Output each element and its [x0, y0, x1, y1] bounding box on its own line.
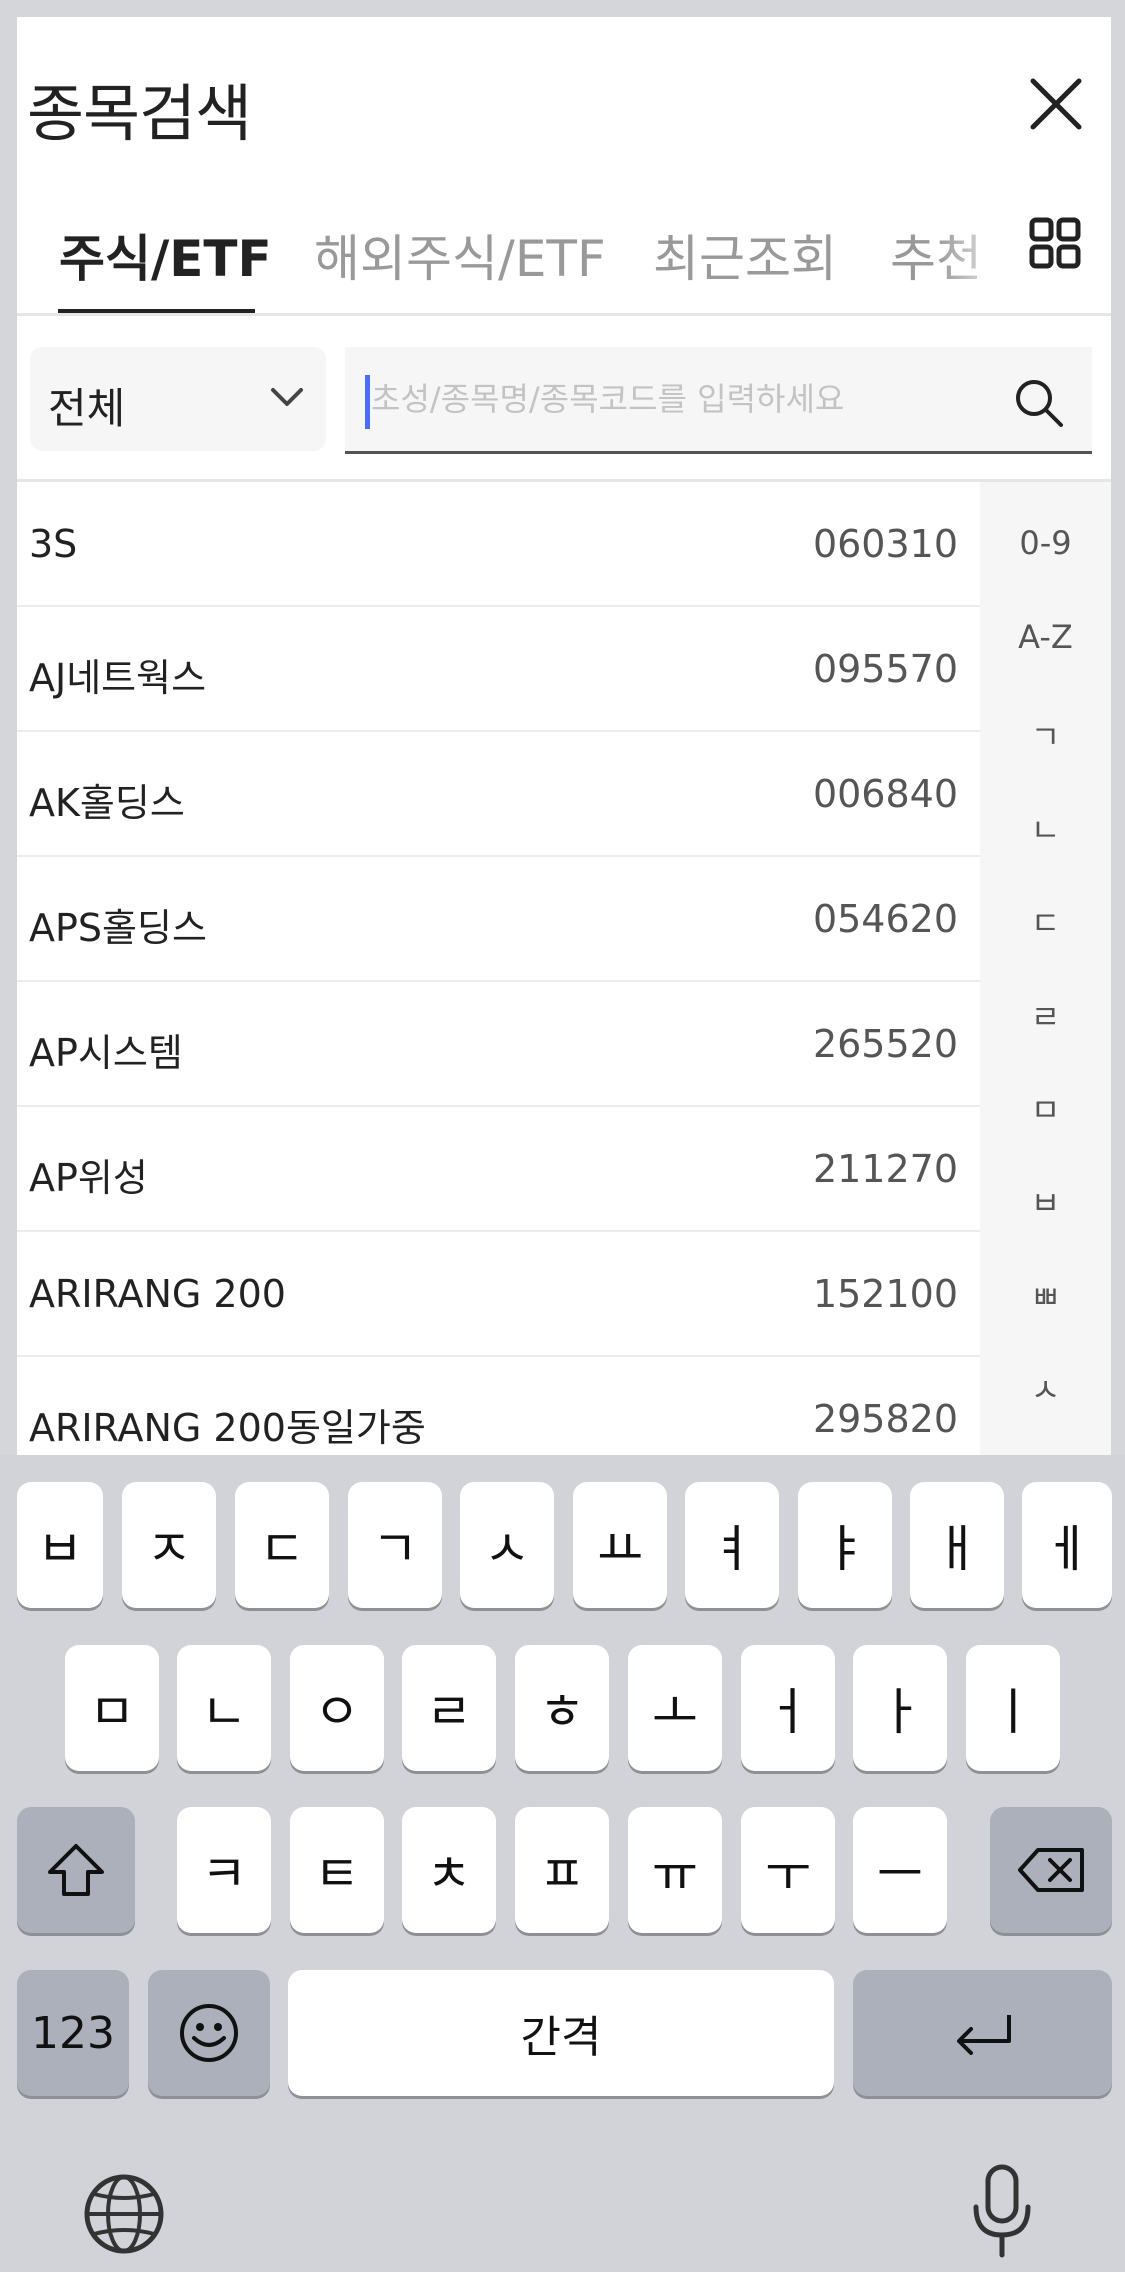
emoji-key[interactable]	[148, 1970, 270, 2096]
shift-icon	[48, 1844, 104, 1896]
index-item[interactable]: ㅂ	[980, 1178, 1111, 1224]
numbers-key[interactable]: 123	[17, 1970, 129, 2096]
key[interactable]: ㅂ	[17, 1482, 103, 1608]
index-item[interactable]: ㅃ	[980, 1272, 1111, 1318]
index-item[interactable]: ㄹ	[980, 992, 1111, 1038]
shift-key[interactable]	[17, 1807, 135, 1933]
index-item[interactable]: ㄷ	[980, 898, 1111, 944]
key[interactable]: ㅊ	[402, 1807, 496, 1933]
stock-code: 054620	[812, 897, 958, 941]
return-icon	[956, 2015, 1011, 2055]
tabs-divider	[17, 313, 1111, 316]
key[interactable]: ㄹ	[402, 1645, 496, 1771]
key[interactable]: ㅣ	[966, 1645, 1060, 1771]
key[interactable]: ㅠ	[628, 1807, 722, 1933]
chevron-down-icon	[271, 388, 303, 406]
stock-row[interactable]: AJ네트웍스 095570	[17, 607, 980, 732]
index-item[interactable]: ㄱ	[980, 712, 1111, 758]
backspace-icon	[1018, 1848, 1084, 1892]
stock-name: AK홀딩스	[29, 781, 185, 825]
key[interactable]: ㄴ	[177, 1645, 271, 1771]
index-item[interactable]: ㄴ	[980, 805, 1111, 851]
stock-name: AP시스템	[29, 1031, 183, 1075]
close-icon	[1030, 78, 1082, 130]
stock-name: AP위성	[29, 1156, 148, 1200]
space-key[interactable]: 간격	[288, 1970, 834, 2096]
key[interactable]: ㄷ	[235, 1482, 329, 1608]
key[interactable]: ㅓ	[741, 1645, 835, 1771]
stock-name: APS홀딩스	[29, 906, 207, 950]
tab-recent-views[interactable]: 최근조회	[653, 219, 837, 291]
stock-name: ARIRANG 200	[29, 1272, 286, 1316]
key[interactable]: ㅡ	[853, 1807, 947, 1933]
tab-domestic-stock-etf[interactable]: 주식/ETF	[59, 219, 272, 291]
close-button[interactable]	[1027, 75, 1085, 133]
index-item[interactable]: 0-9	[980, 524, 1111, 562]
stock-row[interactable]: AP시스템 265520	[17, 982, 980, 1107]
key[interactable]: ㅁ	[65, 1645, 159, 1771]
search-icon[interactable]	[1013, 377, 1065, 429]
keyboard: ㅂ ㅈ ㄷ ㄱ ㅅ ㅛ ㅕ ㅑ ㅐ ㅔ ㅁ ㄴ ㅇ ㄹ ㅎ ㅗ ㅓ ㅏ ㅣ ㅋ …	[0, 1455, 1125, 2272]
key[interactable]: ㅑ	[798, 1482, 892, 1608]
emoji-icon	[180, 2004, 238, 2062]
grid-menu-button[interactable]	[1029, 217, 1081, 269]
index-item[interactable]: ㅅ	[980, 1365, 1111, 1411]
stock-row[interactable]: AP위성 211270	[17, 1107, 980, 1232]
page-title: 종목검색	[27, 77, 252, 150]
stock-code: 095570	[812, 647, 958, 691]
key[interactable]: ㅈ	[122, 1482, 216, 1608]
stock-code: 152100	[812, 1272, 958, 1316]
globe-icon	[84, 2174, 164, 2254]
market-filter-select[interactable]: 전체	[30, 347, 326, 451]
key[interactable]: ㅅ	[460, 1482, 554, 1608]
stock-code: 265520	[812, 1022, 958, 1066]
stock-row[interactable]: AK홀딩스 006840	[17, 732, 980, 857]
index-scroll-bar[interactable]: 0-9 A-Z ㄱ ㄴ ㄷ ㄹ ㅁ ㅂ ㅃ ㅅ	[980, 482, 1111, 1472]
tab-overseas-stock-etf[interactable]: 해외주식/ETF	[314, 219, 606, 291]
text-caret	[365, 375, 370, 429]
index-item[interactable]: ㅁ	[980, 1085, 1111, 1131]
stock-row[interactable]: 3S 060310	[17, 482, 980, 607]
dictation-button[interactable]	[970, 2163, 1034, 2259]
language-switch-button[interactable]	[82, 2172, 166, 2256]
microphone-icon	[973, 2164, 1031, 2258]
index-item[interactable]: A-Z	[980, 618, 1111, 656]
stock-code: 060310	[812, 522, 958, 566]
return-key[interactable]	[853, 1970, 1112, 2096]
stock-row[interactable]: ARIRANG 200 152100	[17, 1232, 980, 1357]
stock-row[interactable]: APS홀딩스 054620	[17, 857, 980, 982]
key[interactable]: ㅏ	[853, 1645, 947, 1771]
stock-name: AJ네트웍스	[29, 656, 207, 700]
key[interactable]: ㅗ	[628, 1645, 722, 1771]
key[interactable]: ㅎ	[515, 1645, 609, 1771]
filter-selected-value: 전체	[48, 384, 126, 433]
stock-code: 211270	[812, 1147, 958, 1191]
search-box	[345, 347, 1092, 454]
key[interactable]: ㅌ	[290, 1807, 384, 1933]
backspace-key[interactable]	[990, 1807, 1112, 1933]
tab-scroll-fade	[937, 197, 1017, 307]
key[interactable]: ㅍ	[515, 1807, 609, 1933]
stock-name: 3S	[29, 522, 78, 566]
key[interactable]: ㅐ	[910, 1482, 1004, 1608]
key[interactable]: ㅜ	[741, 1807, 835, 1933]
key[interactable]: ㅔ	[1022, 1482, 1112, 1608]
grid-icon	[1029, 217, 1081, 269]
stock-code: 295820	[812, 1397, 958, 1441]
key[interactable]: ㅕ	[685, 1482, 779, 1608]
stock-code: 006840	[812, 772, 958, 816]
search-input[interactable]	[371, 365, 991, 433]
key[interactable]: ㄱ	[348, 1482, 442, 1608]
key[interactable]: ㅋ	[177, 1807, 271, 1933]
key[interactable]: ㅛ	[573, 1482, 667, 1608]
stock-list: 3S 060310 AJ네트웍스 095570 AK홀딩스 006840 APS…	[17, 482, 980, 1472]
key[interactable]: ㅇ	[290, 1645, 384, 1771]
stock-name: ARIRANG 200동일가중	[29, 1406, 426, 1450]
